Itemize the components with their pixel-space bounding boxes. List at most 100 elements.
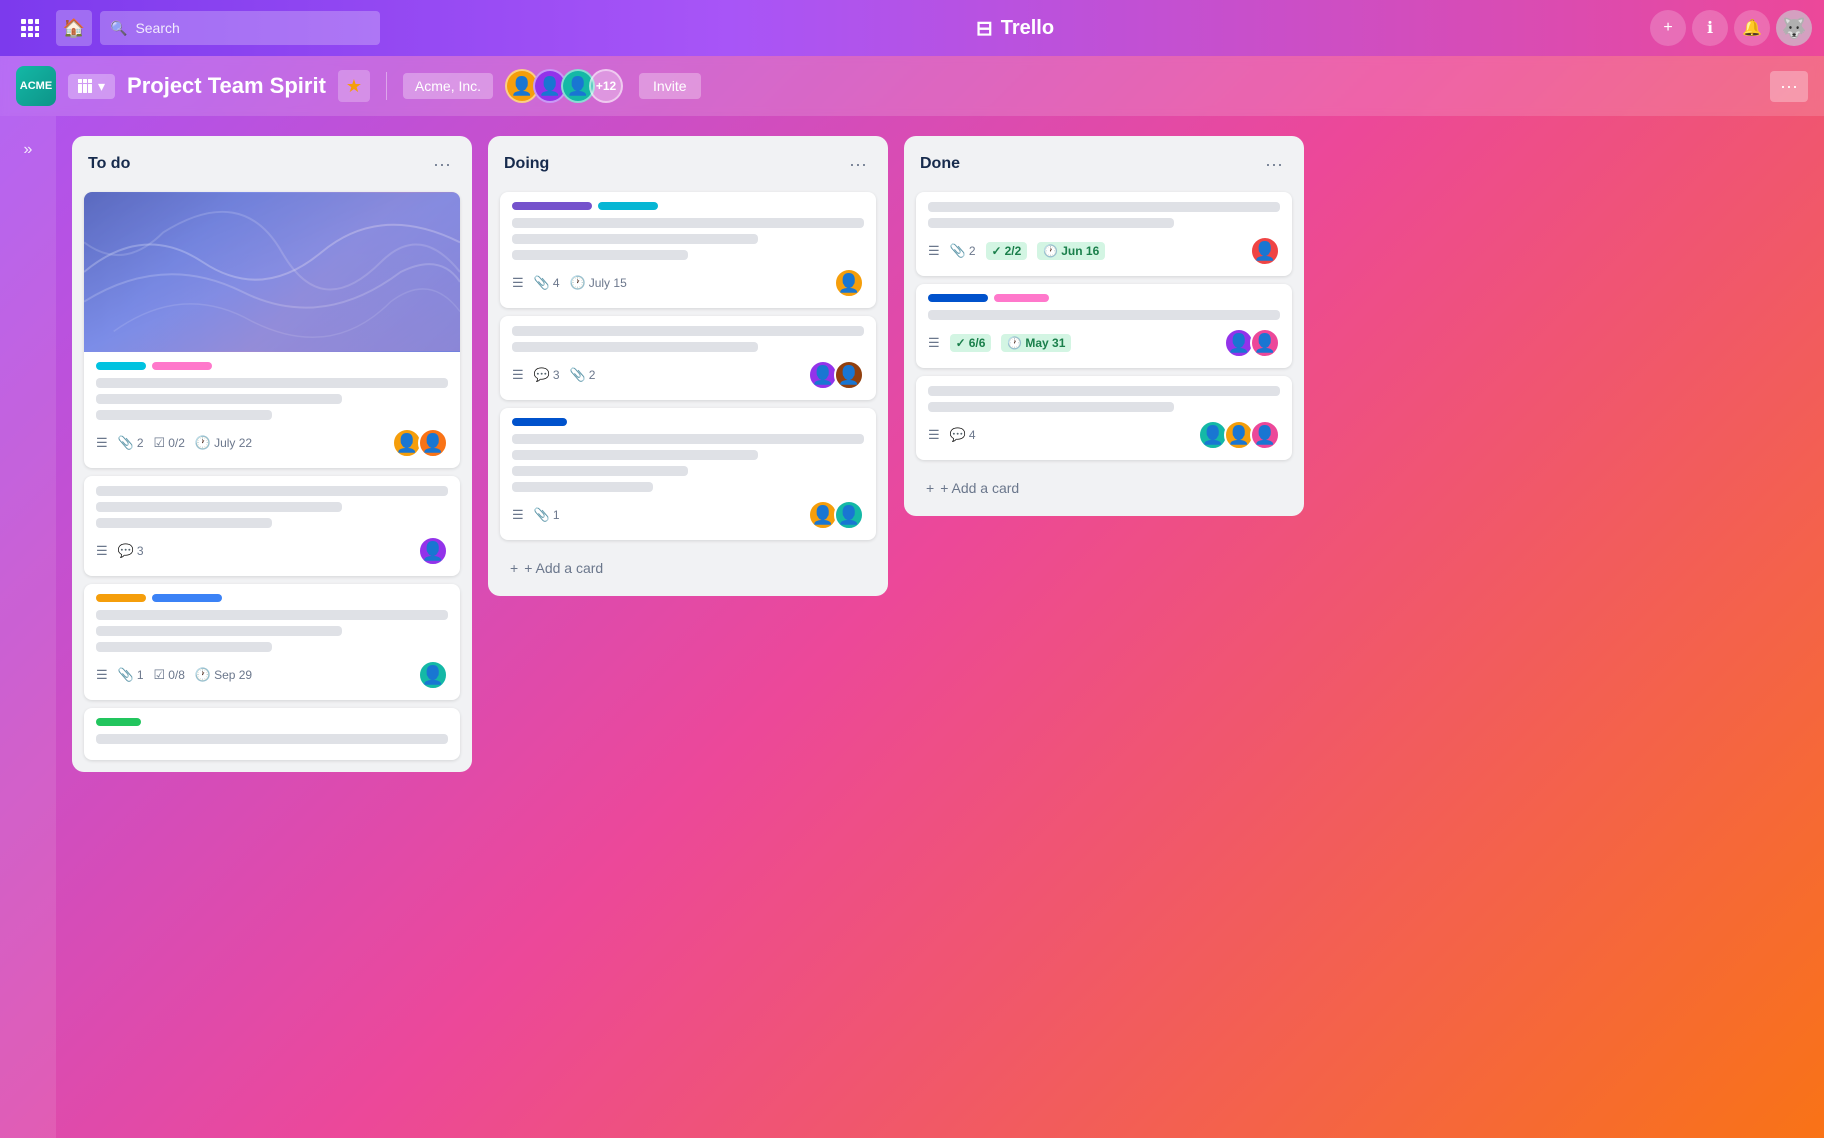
card-text-line (96, 502, 342, 512)
card-done-2[interactable]: ☰ ✓ 6/6 🕐 May 31 👤 👤 (916, 284, 1292, 368)
card-text-line (928, 218, 1174, 228)
nav-right-controls: + ℹ 🔔 🐺 (1650, 10, 1812, 46)
meta-date: 🕐 July 15 (570, 275, 627, 291)
card-avatars: 👤 (834, 268, 864, 298)
list-menu-done[interactable]: ··· (1260, 150, 1288, 178)
add-card-done[interactable]: + + Add a card (916, 472, 1292, 504)
info-button[interactable]: ℹ (1692, 10, 1728, 46)
home-button[interactable]: 🏠 (56, 10, 92, 46)
card-avatar: 👤 (1250, 328, 1280, 358)
card-labels (928, 294, 1280, 302)
card-doing-3[interactable]: ☰ 📎 1 👤 👤 (500, 408, 876, 540)
workspace-label[interactable]: Acme, Inc. (403, 73, 493, 99)
card-avatar: 👤 (418, 660, 448, 690)
card-avatar: 👤 (834, 268, 864, 298)
meta-description: ☰ (96, 667, 108, 683)
meta-attachments: 📎 1 (118, 667, 144, 683)
meta-description: ☰ (928, 243, 940, 259)
date-badge: 🕐 May 31 (1001, 334, 1071, 352)
meta-description: ☰ (928, 335, 940, 351)
list-header-done: Done ··· (916, 148, 1292, 180)
list-menu-todo[interactable]: ··· (428, 150, 456, 178)
card-avatar: 👤 (418, 536, 448, 566)
logo-icon: ⊟ (976, 16, 993, 41)
description-icon: ☰ (928, 427, 940, 443)
attachment-icon: 📎 (118, 435, 134, 451)
board-menu-more-button[interactable]: ··· (1770, 71, 1808, 102)
card-text-line (96, 610, 448, 620)
label-blue (152, 594, 222, 602)
meta-description: ☰ (96, 543, 108, 559)
list-menu-doing[interactable]: ··· (844, 150, 872, 178)
check-icon: ✓ (992, 244, 1002, 258)
list-title-todo: To do (88, 155, 130, 173)
card-avatars: 👤 👤 (392, 428, 448, 458)
card-text-line (512, 450, 758, 460)
meta-description: ☰ (512, 507, 524, 523)
description-icon: ☰ (512, 367, 524, 383)
card-todo-1[interactable]: ☰ 📎 2 ☑ 0/2 🕐 July 22 (84, 192, 460, 468)
list-done: Done ··· ☰ 📎 2 ✓ 2/2 (904, 136, 1304, 516)
app-logo: ⊟ Trello (388, 16, 1642, 41)
card-text-line (96, 642, 272, 652)
board-area: To do ··· (56, 116, 1824, 1138)
invite-button[interactable]: Invite (639, 73, 700, 99)
member-count[interactable]: +12 (589, 69, 623, 103)
card-todo-4[interactable] (84, 708, 460, 760)
meta-attachments: 📎 2 (118, 435, 144, 451)
card-todo-3[interactable]: ☰ 📎 1 ☑ 0/8 🕐 Sep 29 (84, 584, 460, 700)
card-avatar: 👤 (1250, 236, 1280, 266)
card-meta: ☰ 📎 2 ✓ 2/2 🕐 Jun 16 (928, 236, 1280, 266)
description-icon: ☰ (928, 335, 940, 351)
clock-icon: 🕐 (570, 275, 586, 291)
board-type-menu[interactable]: ▾ (68, 74, 115, 99)
attachment-icon: 📎 (534, 507, 550, 523)
card-meta: ☰ 📎 2 ☑ 0/2 🕐 July 22 (96, 428, 448, 458)
grid-menu-button[interactable] (12, 10, 48, 46)
comment-icon: 💬 (950, 427, 966, 443)
checklist-badge: ✓ 6/6 (950, 334, 992, 352)
meta-description: ☰ (512, 367, 524, 383)
card-text-line (512, 434, 864, 444)
card-doing-2[interactable]: ☰ 💬 3 📎 2 👤 👤 (500, 316, 876, 400)
label-blue (512, 418, 567, 426)
label-yellow (96, 594, 146, 602)
card-text-line (928, 310, 1280, 320)
card-avatar: 👤 (834, 360, 864, 390)
description-icon: ☰ (512, 507, 524, 523)
check-icon: ✓ (956, 336, 966, 350)
meta-attachments: 📎 2 (570, 367, 596, 383)
search-bar[interactable]: 🔍 Search (100, 11, 380, 45)
card-text-line (96, 394, 342, 404)
comment-icon: 💬 (534, 367, 550, 383)
star-button[interactable]: ★ (338, 70, 370, 102)
attachment-icon: 📎 (570, 367, 586, 383)
card-labels (96, 362, 448, 370)
description-icon: ☰ (96, 435, 108, 451)
card-todo-2[interactable]: ☰ 💬 3 👤 (84, 476, 460, 576)
plus-icon: + (510, 560, 518, 576)
card-done-3[interactable]: ☰ 💬 4 👤 👤 👤 (916, 376, 1292, 460)
meta-attachments: 📎 1 (534, 507, 560, 523)
list-header-doing: Doing ··· (500, 148, 876, 180)
label-purple (512, 202, 592, 210)
card-doing-1[interactable]: ☰ 📎 4 🕐 July 15 👤 (500, 192, 876, 308)
card-meta: ☰ ✓ 6/6 🕐 May 31 👤 👤 (928, 328, 1280, 358)
card-meta: ☰ 📎 1 ☑ 0/8 🕐 Sep 29 (96, 660, 448, 690)
user-avatar[interactable]: 🐺 (1776, 10, 1812, 46)
label-green (96, 718, 141, 726)
meta-description: ☰ (96, 435, 108, 451)
card-text-line (96, 734, 448, 744)
add-card-doing[interactable]: + + Add a card (500, 552, 876, 584)
card-text-line (512, 326, 864, 336)
checklist-icon: ☑ (154, 435, 166, 451)
attachment-icon: 📎 (950, 243, 966, 259)
sidebar-toggle-button[interactable]: » (10, 132, 46, 168)
card-avatars: 👤 👤 (808, 500, 864, 530)
add-button[interactable]: + (1650, 10, 1686, 46)
workspace-badge[interactable]: ACME (16, 66, 56, 106)
card-text-line (96, 486, 448, 496)
clock-icon: 🕐 (195, 435, 211, 451)
notifications-button[interactable]: 🔔 (1734, 10, 1770, 46)
card-done-1[interactable]: ☰ 📎 2 ✓ 2/2 🕐 Jun 16 (916, 192, 1292, 276)
